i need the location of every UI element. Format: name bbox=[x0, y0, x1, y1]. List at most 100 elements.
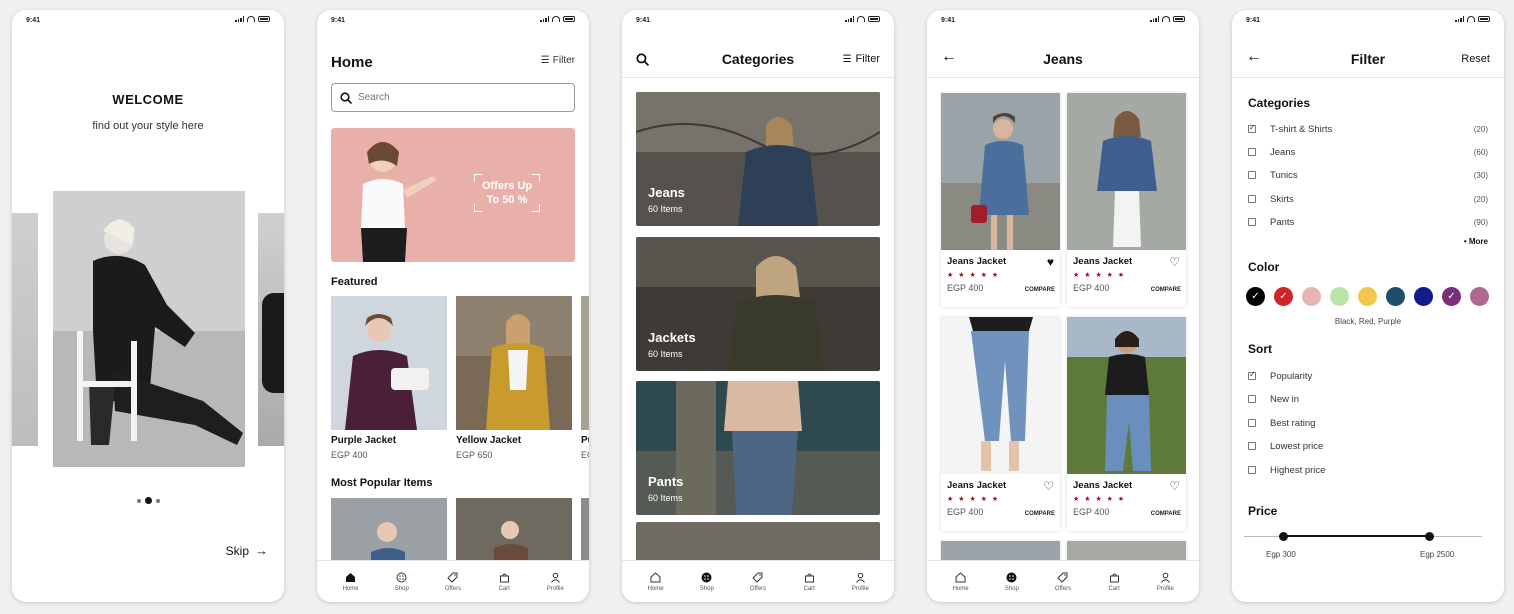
nav-offers[interactable]: Offers bbox=[433, 572, 473, 592]
checkbox[interactable] bbox=[1248, 195, 1256, 203]
filter-button[interactable]: ☰ Filter bbox=[541, 55, 575, 66]
color-swatch-purple[interactable]: ✓ bbox=[1442, 287, 1461, 306]
compare-button[interactable]: COMPARE bbox=[1151, 511, 1181, 517]
category-option[interactable]: Jeans (60) bbox=[1248, 145, 1488, 159]
product-image bbox=[581, 498, 589, 562]
selected-colors-text: Black, Red, Purple bbox=[1334, 317, 1402, 326]
price-section-title: Price bbox=[1248, 504, 1278, 518]
sort-option[interactable]: Lowest price bbox=[1248, 439, 1488, 453]
product-card[interactable]: Jeans Jacket ♥ ★ ★ ★ ★ ★ EGP 400 COMPARE bbox=[941, 93, 1060, 307]
category-tile-pants[interactable]: Pants 60 Items bbox=[636, 381, 880, 515]
filter-icon: ☰ bbox=[540, 55, 550, 66]
nav-offers[interactable]: Offers bbox=[1043, 572, 1083, 592]
profile-icon bbox=[1160, 572, 1170, 583]
compare-button[interactable]: COMPARE bbox=[1025, 511, 1055, 517]
heart-outline-icon[interactable]: ♡ bbox=[1043, 480, 1054, 492]
category-option[interactable]: T-shirt & Shirts(20) bbox=[1248, 122, 1488, 136]
status-time: 9:41 bbox=[1246, 17, 1261, 24]
color-swatch-red[interactable]: ✓ bbox=[1274, 287, 1293, 306]
search-box[interactable] bbox=[331, 83, 575, 112]
home-icon bbox=[955, 571, 966, 582]
sort-option[interactable]: New in bbox=[1248, 392, 1488, 406]
checkbox[interactable] bbox=[1248, 218, 1256, 226]
category-option[interactable]: Skirts (20) bbox=[1248, 192, 1488, 206]
status-time: 9:41 bbox=[26, 17, 41, 24]
search-input[interactable] bbox=[358, 92, 558, 103]
filter-button[interactable]: ☰ Filter bbox=[843, 53, 880, 65]
sort-option[interactable]: Best rating bbox=[1248, 416, 1488, 430]
color-swatch-pink[interactable] bbox=[1302, 287, 1321, 306]
checkbox[interactable] bbox=[1248, 171, 1256, 179]
product-image bbox=[941, 93, 1060, 250]
category-label: Pants bbox=[648, 474, 684, 489]
product-card[interactable]: Jeans Jacket ♡ ★ ★ ★ ★ ★ EGP 400 COMPARE bbox=[1067, 93, 1186, 307]
cart-icon bbox=[1109, 573, 1119, 582]
price-slider-min-handle[interactable] bbox=[1279, 532, 1288, 541]
category-option[interactable]: Pants (90) bbox=[1248, 215, 1488, 229]
popular-item[interactable] bbox=[456, 498, 572, 562]
skip-button[interactable]: Skip → bbox=[226, 543, 268, 558]
checkbox-checked[interactable] bbox=[1248, 123, 1256, 133]
sort-option[interactable]: Popularity bbox=[1248, 369, 1488, 383]
product-card[interactable]: Pu EG bbox=[581, 296, 589, 460]
category-count: 60 Items bbox=[648, 204, 683, 214]
category-tile-jeans[interactable]: Jeans 60 Items bbox=[636, 92, 880, 226]
page-dot[interactable] bbox=[155, 498, 160, 503]
carousel-image[interactable] bbox=[53, 191, 245, 467]
carousel-next-image[interactable] bbox=[258, 213, 284, 446]
compare-button[interactable]: COMPARE bbox=[1025, 287, 1055, 293]
nav-profile[interactable]: Profile bbox=[1145, 572, 1185, 592]
nav-shop[interactable]: Shop bbox=[687, 572, 727, 592]
product-card[interactable]: Jeans Jacket ♡ ★ ★ ★ ★ ★ EGP 400 COMPARE bbox=[1067, 317, 1186, 531]
heart-outline-icon[interactable]: ♡ bbox=[1169, 256, 1180, 268]
color-swatch-mauve[interactable] bbox=[1470, 287, 1489, 306]
wifi-icon bbox=[1467, 16, 1475, 22]
nav-cart[interactable]: Cart bbox=[1094, 572, 1134, 592]
color-swatch-green[interactable] bbox=[1330, 287, 1349, 306]
nav-home[interactable]: Home bbox=[941, 571, 981, 592]
jeans-screen: 9:41 ← Jeans Jeans Jacket ♥ ★ ★ ★ ★ ★ EG… bbox=[927, 10, 1199, 602]
category-tile-jackets[interactable]: Jackets 60 Items bbox=[636, 237, 880, 371]
category-option[interactable]: Tunics (30) bbox=[1248, 168, 1488, 182]
popular-item[interactable] bbox=[581, 498, 589, 562]
category-tile-more[interactable] bbox=[636, 522, 880, 562]
product-card[interactable]: Purple Jacket EGP 400 bbox=[331, 296, 447, 460]
carousel-prev-image[interactable] bbox=[12, 213, 38, 446]
product-card[interactable]: Jeans Jacket ♡ ★ ★ ★ ★ ★ EGP 400 COMPARE bbox=[941, 317, 1060, 531]
color-swatch-navy[interactable] bbox=[1414, 287, 1433, 306]
nav-cart[interactable]: Cart bbox=[484, 572, 524, 592]
page-dot-active[interactable] bbox=[144, 497, 152, 504]
checkbox[interactable] bbox=[1248, 442, 1256, 450]
nav-profile[interactable]: Profile bbox=[840, 572, 880, 592]
nav-offers[interactable]: Offers bbox=[738, 572, 778, 592]
more-link[interactable]: • More bbox=[1464, 237, 1488, 246]
popular-item[interactable] bbox=[331, 498, 447, 562]
heart-outline-icon[interactable]: ♡ bbox=[1169, 480, 1180, 492]
nav-home[interactable]: Home bbox=[636, 571, 676, 592]
product-image bbox=[941, 317, 1060, 474]
nav-shop[interactable]: Shop bbox=[992, 572, 1032, 592]
checkbox[interactable] bbox=[1248, 466, 1256, 474]
color-swatch-yellow[interactable] bbox=[1358, 287, 1377, 306]
color-swatch-teal[interactable] bbox=[1386, 287, 1405, 306]
checkbox-checked[interactable] bbox=[1248, 370, 1256, 380]
product-price: EGP 400 bbox=[947, 507, 984, 517]
page-dot[interactable] bbox=[136, 498, 141, 503]
nav-shop[interactable]: Shop bbox=[382, 572, 422, 592]
checkbox[interactable] bbox=[1248, 419, 1256, 427]
nav-cart[interactable]: Cart bbox=[789, 572, 829, 592]
offer-banner[interactable]: Offers Up To 50 % bbox=[331, 128, 575, 262]
price-slider-range bbox=[1283, 535, 1430, 537]
price-slider-max-handle[interactable] bbox=[1425, 532, 1434, 541]
color-swatch-black[interactable]: ✓ bbox=[1246, 287, 1265, 306]
compare-button[interactable]: COMPARE bbox=[1151, 287, 1181, 293]
product-card[interactable]: Yellow Jacket EGP 650 bbox=[456, 296, 572, 460]
nav-profile[interactable]: Profile bbox=[535, 572, 575, 592]
sort-option[interactable]: Highest price bbox=[1248, 463, 1488, 477]
reset-button[interactable]: Reset bbox=[1461, 53, 1490, 65]
checkbox[interactable] bbox=[1248, 395, 1256, 403]
offers-icon bbox=[447, 572, 458, 583]
checkbox[interactable] bbox=[1248, 148, 1256, 156]
heart-filled-icon[interactable]: ♥ bbox=[1047, 256, 1054, 268]
nav-home[interactable]: Home bbox=[331, 572, 371, 592]
